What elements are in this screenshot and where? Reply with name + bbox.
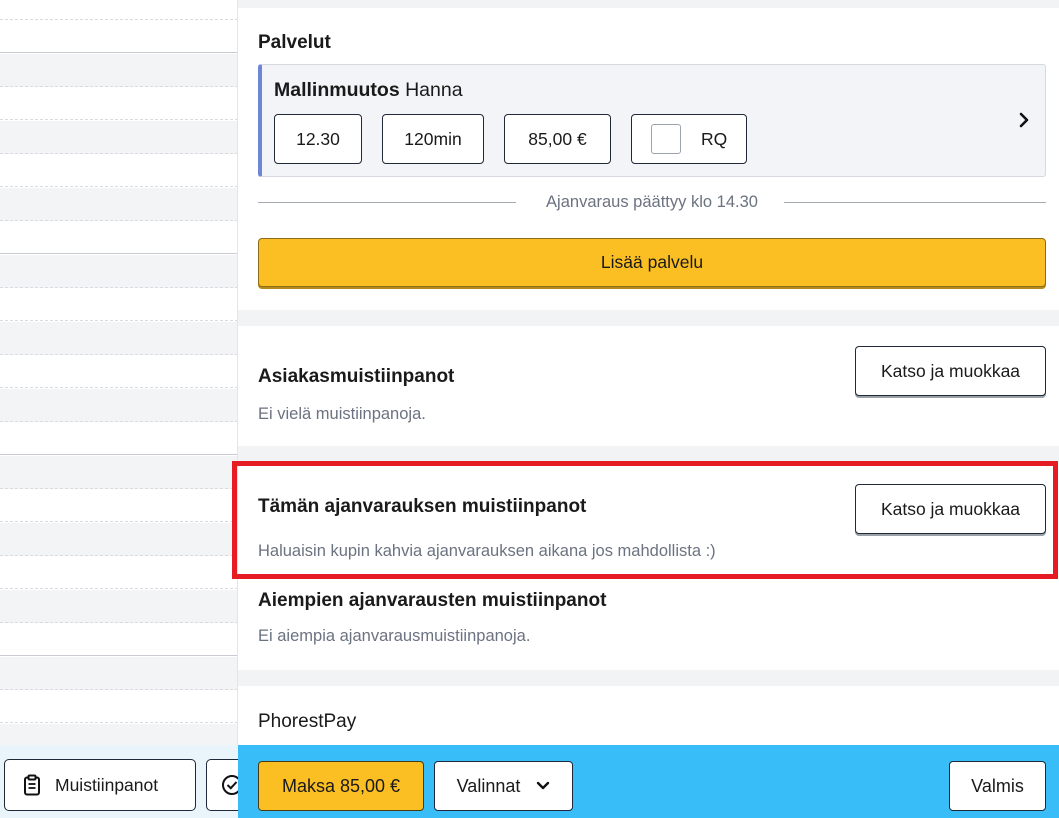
service-time-value: 12.30 (296, 128, 340, 149)
service-price-field[interactable]: 85,00 € (504, 114, 611, 164)
divider-line (784, 202, 1046, 203)
clipboard-icon (24, 774, 40, 796)
add-service-button[interactable]: Lisää palvelu (258, 238, 1046, 287)
calendar-slot[interactable] (0, 422, 238, 456)
services-section: Palvelut Mallinmuutos Hanna 12.30 120min… (238, 8, 1059, 310)
pay-button[interactable]: Maksa 85,00 € (258, 761, 424, 811)
calendar-slot[interactable] (0, 288, 238, 322)
calendar-slot[interactable] (0, 657, 238, 691)
calendar-slot[interactable] (0, 523, 238, 557)
chevron-right-icon[interactable] (1015, 109, 1033, 131)
client-notes-edit-label: Katso ja muokkaa (880, 360, 1021, 381)
bottom-action-bar: Maksa 85,00 € Valinnat Valmis (238, 745, 1059, 818)
previous-notes-title: Aiempien ajanvarausten muistiinpanot (258, 590, 607, 611)
calendar-slot[interactable] (0, 690, 238, 724)
calendar-slot[interactable] (0, 20, 238, 54)
booking-notes-edit-label: Katso ja muokkaa (880, 498, 1021, 519)
calendar-slot[interactable] (0, 121, 238, 155)
booking-notes-section: Tämän ajanvarauksen muistiinpanot Haluai… (238, 462, 1059, 670)
options-button[interactable]: Valinnat (434, 761, 573, 811)
service-duration-field[interactable]: 120min (382, 114, 484, 164)
calendar-column (0, 0, 238, 745)
calendar-slot[interactable] (0, 188, 238, 222)
service-item[interactable]: Mallinmuutos Hanna 12.30 120min 85,00 € … (258, 64, 1046, 177)
phorestpay-title: PhorestPay (258, 711, 357, 732)
previous-notes-text: Ei aiempia ajanvarausmuistiinpanoja. (258, 627, 531, 645)
client-notes-text: Ei vielä muistiinpanoja. (258, 405, 426, 423)
calendar-slot[interactable] (0, 154, 238, 188)
calendar-slot[interactable] (0, 724, 238, 745)
notes-button-label: Muistiinpanot (55, 774, 159, 795)
calendar-slot[interactable] (0, 489, 238, 523)
calendar-slot[interactable] (0, 87, 238, 121)
calendar-slot[interactable] (0, 590, 238, 624)
rq-toggle[interactable]: RQ (631, 114, 747, 164)
booking-notes-title: Tämän ajanvarauksen muistiinpanot (258, 496, 587, 517)
client-notes-edit-button[interactable]: Katso ja muokkaa (855, 346, 1046, 396)
service-time-field[interactable]: 12.30 (274, 114, 362, 164)
booking-notes-text: Haluaisin kupin kahvia ajanvarauksen aik… (258, 542, 716, 560)
chevron-down-icon (537, 781, 550, 790)
client-notes-title: Asiakasmuistiinpanot (258, 366, 455, 387)
done-button[interactable]: Valmis (949, 761, 1046, 811)
service-name-row: Mallinmuutos Hanna (274, 79, 463, 102)
appointment-panel: Palvelut Mallinmuutos Hanna 12.30 120min… (238, 0, 1059, 818)
calendar-slot[interactable] (0, 556, 238, 590)
service-staff: Hanna (405, 79, 463, 101)
rq-label: RQ (701, 128, 728, 149)
calendar-slot[interactable] (0, 623, 238, 657)
service-duration-value: 120min (404, 128, 462, 149)
calendar-slot[interactable] (0, 0, 238, 21)
calendar-slot[interactable] (0, 322, 238, 356)
calendar-slot[interactable] (0, 355, 238, 389)
service-name: Mallinmuutos (274, 79, 400, 101)
services-title: Palvelut (258, 32, 331, 53)
calendar-slot[interactable] (0, 389, 238, 423)
calendar-slot[interactable] (0, 54, 238, 88)
calendar-slot[interactable] (0, 221, 238, 255)
calendar-slot[interactable] (0, 255, 238, 289)
pay-button-label: Maksa 85,00 € (281, 775, 401, 796)
client-notes-section: Asiakasmuistiinpanot Ei vielä muistiinpa… (238, 326, 1059, 446)
booking-end-divider: Ajanvaraus päättyy klo 14.30 (258, 190, 1046, 216)
done-button-label: Valmis (971, 775, 1024, 796)
add-service-label: Lisää palvelu (600, 252, 704, 272)
rq-checkbox[interactable] (651, 124, 681, 154)
service-price-value: 85,00 € (528, 128, 587, 149)
checklist-button[interactable] (206, 759, 238, 811)
booking-notes-edit-button[interactable]: Katso ja muokkaa (855, 484, 1046, 534)
options-button-label: Valinnat (456, 775, 521, 796)
calendar-slot[interactable] (0, 456, 238, 490)
check-circle-icon (222, 775, 238, 795)
notes-button[interactable]: Muistiinpanot (4, 759, 196, 811)
left-toolbar: Muistiinpanot (0, 745, 238, 818)
